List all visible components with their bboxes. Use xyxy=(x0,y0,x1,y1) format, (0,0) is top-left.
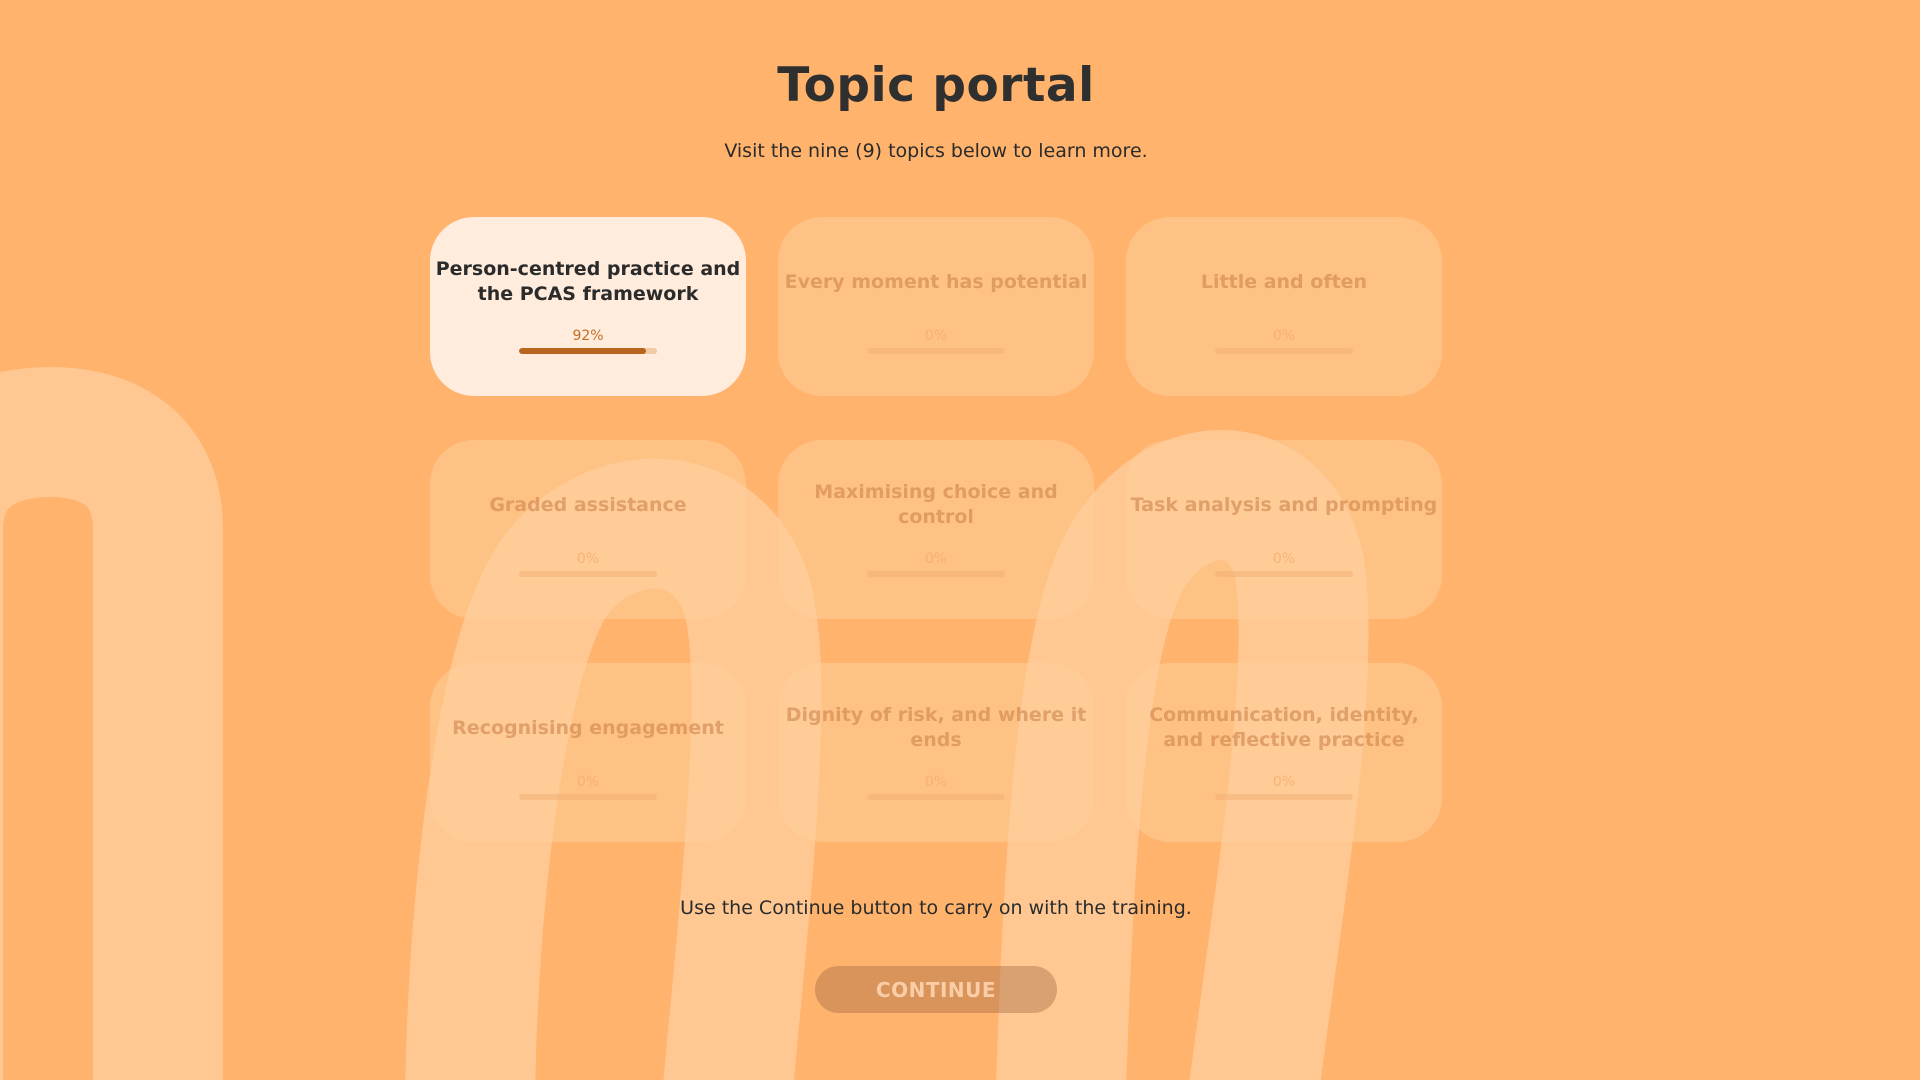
topic-progress-label: 0% xyxy=(1272,774,1296,790)
topic-card-person-centred-practice[interactable]: Person-centred practice and the PCAS fra… xyxy=(430,217,746,396)
topic-progress-label: 0% xyxy=(1272,551,1296,567)
topic-progress-bar xyxy=(867,571,1005,577)
topic-card-recognising-engagement[interactable]: Recognising engagement 0% xyxy=(430,663,746,842)
topic-card-graded-assistance[interactable]: Graded assistance 0% xyxy=(430,440,746,619)
continue-instruction: Use the Continue button to carry on with… xyxy=(680,897,1192,919)
topic-progress-bar xyxy=(867,348,1005,354)
topic-grid: Person-centred practice and the PCAS fra… xyxy=(430,217,1442,842)
topic-card-maximising-choice-and-control[interactable]: Maximising choice and control 0% xyxy=(778,440,1094,619)
main-content: Topic portal Visit the nine (9) topics b… xyxy=(0,0,1920,1080)
topic-progress-bar xyxy=(519,348,657,354)
topic-progress-bar xyxy=(867,794,1005,800)
topic-card-little-and-often[interactable]: Little and often 0% xyxy=(1126,217,1442,396)
topic-progress-label: 0% xyxy=(1272,328,1296,344)
topic-progress-label: 0% xyxy=(924,551,948,567)
topic-card-dignity-of-risk[interactable]: Dignity of risk, and where it ends 0% xyxy=(778,663,1094,842)
topic-progress-fill xyxy=(519,348,646,354)
topic-progress-label: 0% xyxy=(576,774,600,790)
topic-progress-bar xyxy=(519,571,657,577)
page-title: Topic portal xyxy=(777,58,1095,113)
topic-progress-label: 0% xyxy=(576,551,600,567)
topic-progress-bar xyxy=(519,794,657,800)
topic-progress-bar xyxy=(1215,794,1353,800)
topic-card-communication-identity-reflective-practice[interactable]: Communication, identity, and reflective … xyxy=(1126,663,1442,842)
topic-progress-label: 0% xyxy=(924,774,948,790)
topic-progress-bar xyxy=(1215,571,1353,577)
topic-card-every-moment-has-potential[interactable]: Every moment has potential 0% xyxy=(778,217,1094,396)
page-subtitle: Visit the nine (9) topics below to learn… xyxy=(724,140,1148,162)
topic-progress-bar xyxy=(1215,348,1353,354)
continue-button[interactable]: CONTINUE xyxy=(815,966,1057,1013)
topic-progress-label: 0% xyxy=(924,328,948,344)
topic-progress-label: 92% xyxy=(572,328,604,344)
topic-card-task-analysis-and-prompting[interactable]: Task analysis and prompting 0% xyxy=(1126,440,1442,619)
topic-portal-screen: Topic portal Visit the nine (9) topics b… xyxy=(0,0,1920,1080)
